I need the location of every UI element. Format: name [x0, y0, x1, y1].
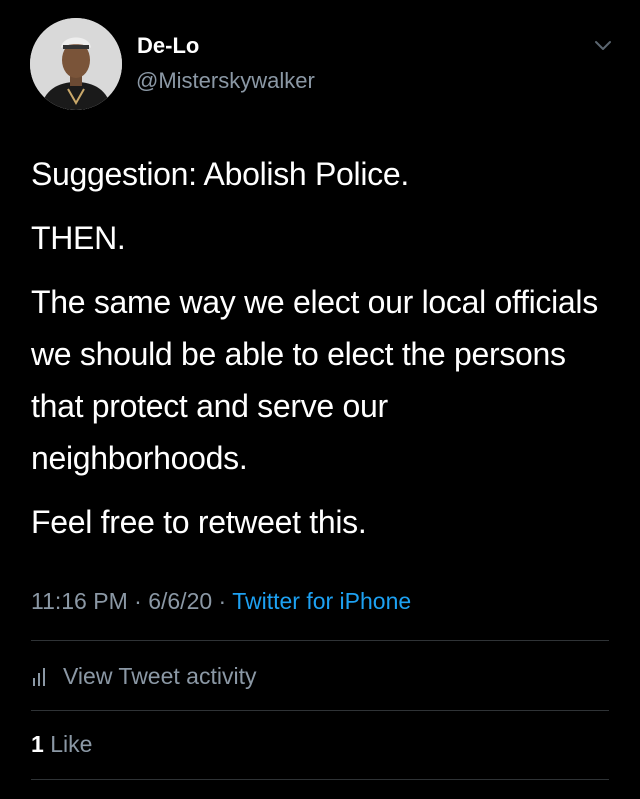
tweet-paragraph: Feel free to retweet this. — [31, 504, 367, 540]
bar-chart-icon — [33, 668, 45, 686]
username-handle[interactable]: @Misterskywalker — [136, 68, 315, 94]
tweet-header: De-Lo @Misterskywalker — [30, 18, 620, 110]
avatar[interactable] — [30, 18, 122, 110]
tweet-paragraph: THEN. — [31, 220, 126, 256]
display-name[interactable]: De-Lo — [137, 33, 199, 59]
tweet-source-link[interactable]: Twitter for iPhone — [232, 588, 411, 614]
view-tweet-activity-button[interactable]: View Tweet activity — [31, 660, 256, 692]
activity-label: View Tweet activity — [63, 662, 257, 689]
likes-count-link[interactable]: 1 Like — [31, 731, 92, 758]
tweet-paragraph: The same way we elect our local official… — [31, 284, 598, 476]
tweet-paragraph: Suggestion: Abolish Police. — [31, 156, 409, 192]
divider — [31, 779, 609, 780]
tweet-date: 6/6/20 — [148, 588, 213, 614]
user-avatar-icon — [30, 18, 122, 110]
tweet-meta: 11:16 PM · 6/6/20 · Twitter for iPhone — [31, 588, 411, 615]
likes-count: 1 — [31, 731, 44, 757]
tweet-text: Suggestion: Abolish Police. THEN. The sa… — [31, 148, 611, 548]
divider — [31, 640, 609, 641]
divider — [31, 710, 609, 711]
meta-separator: · — [218, 588, 227, 614]
chevron-down-icon[interactable] — [594, 40, 612, 52]
meta-separator: · — [134, 588, 142, 614]
tweet-time: 11:16 PM — [31, 588, 128, 614]
tweet-detail: De-Lo @Misterskywalker Suggestion: Aboli… — [0, 0, 640, 799]
likes-label: Like — [50, 731, 93, 757]
